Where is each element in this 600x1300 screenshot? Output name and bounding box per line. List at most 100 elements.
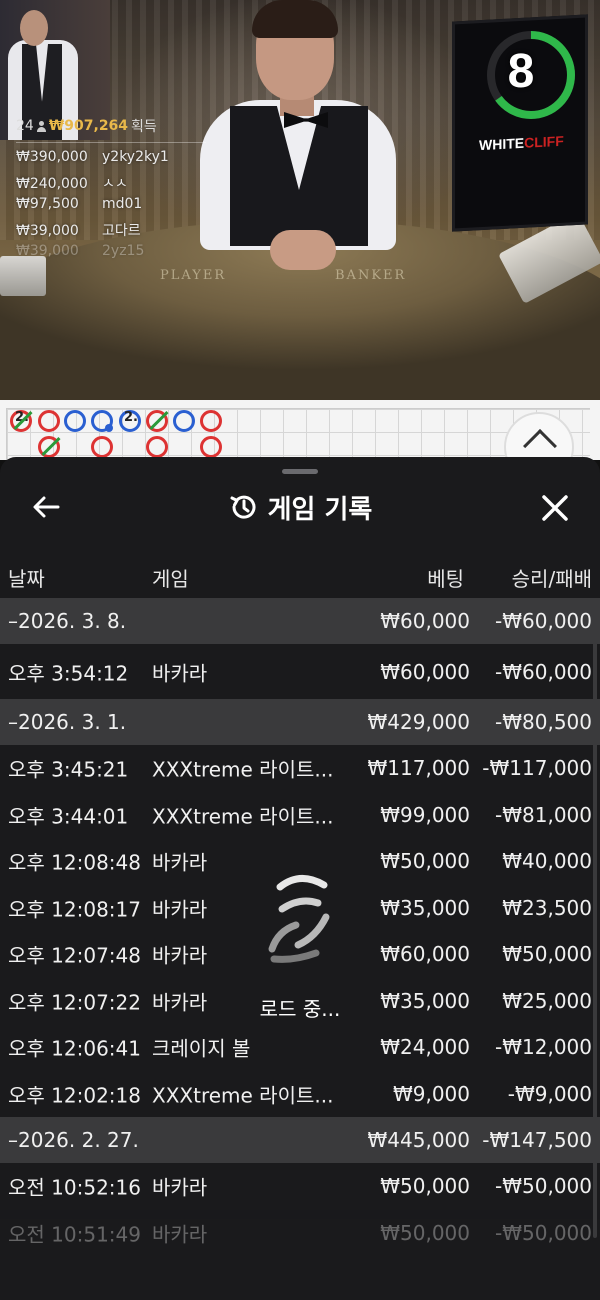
winners-total: ₩907,264 bbox=[48, 118, 129, 134]
row-time: 오후 3:54:12 bbox=[8, 661, 129, 685]
row-winloss: -₩9,000 bbox=[507, 1081, 592, 1106]
row-bet: ₩117,000 bbox=[367, 756, 470, 781]
date-group-row[interactable]: –2026. 3. 8. ₩60,000 -₩60,000 bbox=[0, 598, 600, 644]
sheet-title-text: 게임 기록 bbox=[267, 494, 373, 525]
row-bet: ₩99,000 bbox=[380, 802, 470, 827]
row-bet: ₩9,000 bbox=[392, 1081, 470, 1106]
live-video: PLAYER BANKER WHITECLIFF 8 24 ₩907,264 획… bbox=[0, 0, 600, 400]
group-winloss-total: -₩60,000 bbox=[495, 609, 592, 633]
row-game: XXXtreme 라이트... bbox=[152, 757, 334, 782]
row-time: 오후 12:06:41 bbox=[8, 1036, 141, 1061]
spinner-icon bbox=[268, 875, 330, 963]
date-group-row[interactable]: –2026. 3. 1. ₩429,000 -₩80,500 bbox=[0, 699, 600, 745]
sheet-title: 게임 기록 bbox=[0, 487, 600, 527]
history-row[interactable]: 오전 10:51:49 바카라 ₩50,000 -₩50,000 bbox=[0, 1209, 600, 1256]
winner-name: 2yz15 bbox=[102, 243, 145, 259]
row-winloss: -₩50,000 bbox=[495, 1220, 592, 1245]
winner-amount: ₩39,000 bbox=[16, 243, 79, 259]
history-icon bbox=[230, 495, 256, 519]
history-row[interactable]: 오후 3:45:21 XXXtreme 라이트... ₩117,000 -₩117,0… bbox=[0, 745, 600, 792]
winner-row: ₩39,000 2yz15 bbox=[16, 243, 600, 267]
loading-indicator: 로드 중... bbox=[250, 867, 350, 1021]
winners-header: 24 ₩907,264 획득 bbox=[16, 116, 206, 142]
group-bet-total: ₩445,000 bbox=[367, 1128, 470, 1152]
history-row[interactable]: 오전 10:52:16 바카라 ₩50,000 -₩50,000 bbox=[0, 1163, 600, 1210]
roadmap-marker bbox=[38, 410, 60, 432]
winner-name: ㅅㅅ bbox=[102, 175, 128, 192]
row-time: 오전 10:52:16 bbox=[8, 1175, 141, 1200]
row-bet: ₩60,000 bbox=[380, 659, 470, 684]
row-time: 오후 12:08:48 bbox=[8, 850, 141, 875]
history-row[interactable]: 오후 3:44:01 XXXtreme 라이트... ₩99,000 -₩81,000 bbox=[0, 791, 600, 838]
history-row[interactable]: 오후 3:54:12 바카라 ₩60,000 -₩60,000 bbox=[0, 644, 600, 699]
row-time: 오후 12:07:48 bbox=[8, 943, 141, 968]
row-game: XXXtreme 라이트... bbox=[152, 1083, 334, 1108]
roadmap-marker: 2. bbox=[119, 410, 141, 432]
winner-row: ₩39,000 고다르 bbox=[16, 220, 600, 244]
row-bet: ₩50,000 bbox=[380, 1174, 470, 1199]
row-game: XXXtreme 라이트... bbox=[152, 804, 334, 829]
history-row[interactable]: 오후 12:02:18 XXXtreme 라이트... ₩9,000 -₩9,000 bbox=[0, 1070, 600, 1117]
group-winloss-total: -₩147,500 bbox=[482, 1128, 592, 1152]
scrollbar[interactable] bbox=[593, 598, 597, 1238]
row-winloss: -₩12,000 bbox=[495, 1035, 592, 1060]
roadmap-marker bbox=[38, 436, 61, 458]
date-group-row[interactable]: –2026. 2. 27. ₩445,000 -₩147,500 bbox=[0, 1117, 600, 1163]
column-bet[interactable]: 베팅 bbox=[427, 563, 464, 592]
loading-text: 로드 중... bbox=[259, 997, 341, 1021]
row-bet: ₩24,000 bbox=[380, 1035, 470, 1060]
roadmap-marker bbox=[91, 436, 113, 458]
row-time: 오후 3:44:01 bbox=[8, 804, 129, 829]
row-winloss: ₩23,500 bbox=[502, 895, 592, 920]
row-bet: ₩50,000 bbox=[380, 1220, 470, 1245]
row-winloss: ₩50,000 bbox=[502, 942, 592, 967]
row-time: 오후 12:08:17 bbox=[8, 897, 141, 922]
game-history-sheet: 게임 기록 날짜 게임 베팅 승리/패배 –2026. 3. 8. ₩60,000… bbox=[0, 457, 600, 1300]
winner-amount: ₩390,000 bbox=[16, 149, 88, 165]
roadmap-marker bbox=[64, 410, 86, 432]
winners-count: 24 bbox=[16, 118, 34, 134]
group-date: –2026. 2. 27. bbox=[8, 1128, 139, 1152]
winner-row: ₩240,000 ㅅㅅ bbox=[16, 173, 600, 197]
group-date: –2026. 3. 8. bbox=[8, 609, 127, 633]
winner-row: ₩390,000 y2ky2ky1 bbox=[16, 149, 600, 173]
winner-amount: ₩39,000 bbox=[16, 222, 79, 239]
row-winloss: -₩117,000 bbox=[482, 756, 592, 781]
row-game: 크레이지 볼 bbox=[152, 1036, 251, 1061]
group-winloss-total: -₩80,500 bbox=[495, 710, 592, 734]
row-game: 바카라 bbox=[152, 990, 208, 1015]
sheet-drag-handle[interactable] bbox=[282, 469, 318, 474]
row-bet: ₩35,000 bbox=[380, 895, 470, 920]
roadmap-marker bbox=[91, 410, 113, 432]
row-game: 바카라 bbox=[152, 661, 208, 685]
row-winloss: -₩50,000 bbox=[495, 1174, 592, 1199]
group-bet-total: ₩60,000 bbox=[380, 609, 470, 633]
winner-name: 고다르 bbox=[102, 222, 141, 239]
winners-suffix: 획득 bbox=[131, 119, 157, 135]
row-winloss: -₩60,000 bbox=[495, 659, 592, 684]
row-time: 오후 12:02:18 bbox=[8, 1083, 141, 1108]
row-bet: ₩35,000 bbox=[380, 988, 470, 1013]
row-winloss: ₩40,000 bbox=[502, 849, 592, 874]
history-row[interactable]: 오후 12:06:41 크레이지 볼 ₩24,000 -₩12,000 bbox=[0, 1024, 600, 1071]
roadmap-marker bbox=[200, 436, 222, 458]
row-time: 오전 10:51:49 bbox=[8, 1222, 141, 1247]
roadmap-marker bbox=[146, 436, 168, 458]
row-time: 오후 3:45:21 bbox=[8, 757, 129, 782]
column-game[interactable]: 게임 bbox=[152, 563, 189, 592]
winner-row: ₩97,500 md01 bbox=[16, 196, 600, 220]
winner-name: md01 bbox=[102, 196, 143, 212]
column-date[interactable]: 날짜 bbox=[8, 563, 45, 592]
row-bet: ₩60,000 bbox=[380, 942, 470, 967]
winner-amount: ₩240,000 bbox=[16, 175, 88, 192]
row-game: 바카라 bbox=[152, 897, 208, 922]
person-icon bbox=[36, 120, 46, 132]
column-winloss[interactable]: 승리/패배 bbox=[512, 563, 592, 592]
roadmap-marker bbox=[173, 410, 195, 432]
winner-amount: ₩97,500 bbox=[16, 196, 79, 212]
close-icon[interactable] bbox=[538, 491, 572, 525]
winners-divider bbox=[16, 142, 206, 143]
column-headers: 날짜 게임 베팅 승리/패배 bbox=[0, 557, 600, 597]
group-date: –2026. 3. 1. bbox=[8, 710, 127, 734]
roadmap-marker: 2. bbox=[10, 410, 33, 432]
